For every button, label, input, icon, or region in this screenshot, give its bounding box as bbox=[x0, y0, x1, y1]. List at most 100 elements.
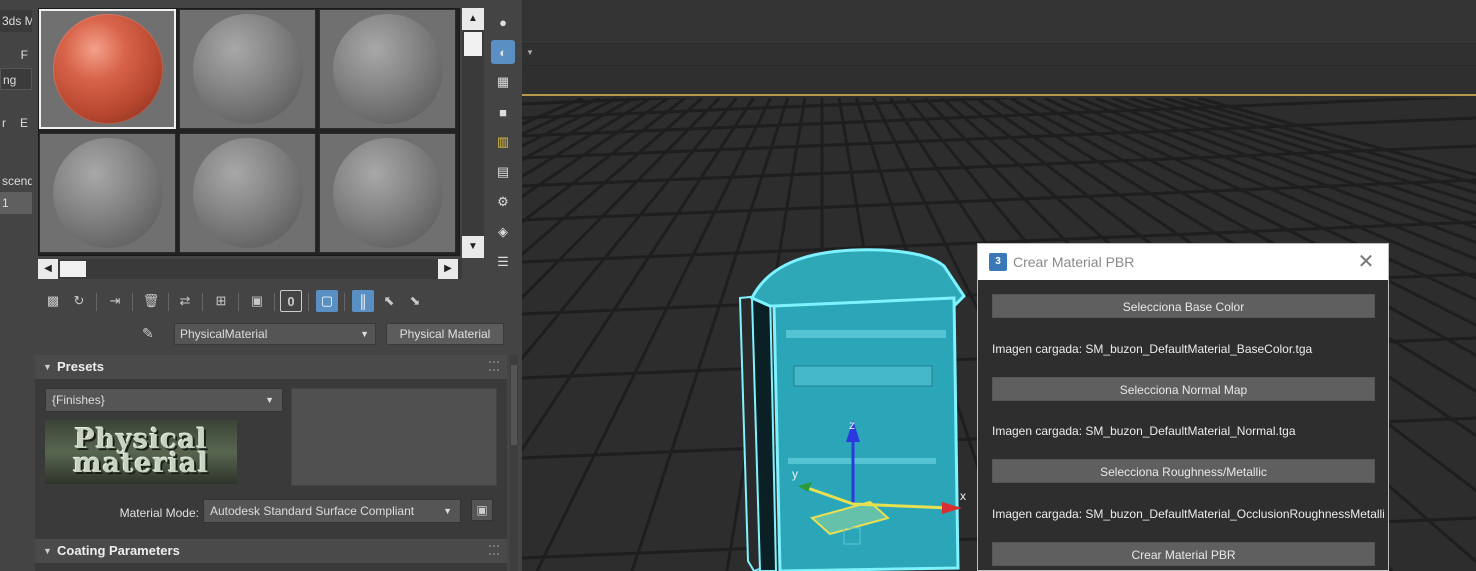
presets-dropdown[interactable]: {Finishes} ▼ bbox=[45, 388, 283, 412]
presets-rollout-header[interactable]: ▼ Presets bbox=[35, 355, 507, 379]
uv-tiling-icon[interactable]: ■ bbox=[491, 100, 515, 124]
base-color-status: Imagen cargada: SM_buzon_DefaultMaterial… bbox=[992, 342, 1313, 356]
normal-map-status: Imagen cargada: SM_buzon_DefaultMaterial… bbox=[992, 424, 1296, 438]
get-material-icon[interactable]: ▩ bbox=[42, 290, 64, 312]
select-normal-map-button[interactable]: Selecciona Normal Map bbox=[992, 377, 1375, 401]
physical-material-logo: Physical material bbox=[45, 420, 237, 484]
toolbar-divider bbox=[96, 293, 97, 311]
material-name-value: PhysicalMaterial bbox=[180, 327, 268, 341]
save-icon[interactable]: ▣ bbox=[246, 290, 268, 312]
backlight-icon[interactable]: ◐ bbox=[491, 40, 515, 64]
toolbar-divider bbox=[168, 293, 169, 311]
material-map-navigator-icon[interactable]: ☰ bbox=[491, 250, 515, 274]
chevron-down-icon: ▼ bbox=[443, 506, 452, 516]
save-mode-icon[interactable]: ▣ bbox=[471, 499, 493, 521]
video-color-check-icon[interactable]: ▥ bbox=[491, 130, 515, 154]
collapse-arrow-icon: ▼ bbox=[43, 362, 52, 372]
menu-item-f[interactable]: F bbox=[0, 44, 32, 66]
toolbar-divider bbox=[202, 293, 203, 311]
make-unique-icon[interactable]: ⇄ bbox=[174, 290, 196, 312]
assign-to-selection-icon[interactable]: ⇥ bbox=[104, 290, 126, 312]
roughness-status: Imagen cargada: SM_buzon_DefaultMaterial… bbox=[992, 507, 1384, 521]
material-sphere-red bbox=[52, 14, 163, 124]
select-by-material-icon[interactable]: ◈ bbox=[491, 220, 515, 244]
reset-map-icon[interactable]: 🗑 bbox=[140, 290, 162, 312]
make-preview-icon[interactable]: ▤ bbox=[491, 160, 515, 184]
toolbar-divider bbox=[308, 293, 309, 311]
sample-slot-2[interactable] bbox=[179, 9, 316, 129]
slots-vertical-scrollbar[interactable]: ▲ ▼ bbox=[462, 8, 484, 258]
sample-options-toolbar: ● ◐ ▦ ■ ▥ ▤ ⚙ ◈ ☰ bbox=[488, 8, 520, 278]
sample-slot-3[interactable] bbox=[319, 9, 456, 129]
scroll-right-button[interactable]: ▶ bbox=[438, 259, 458, 279]
sample-slot-4[interactable] bbox=[39, 133, 176, 253]
go-forward-icon[interactable]: ⬊ bbox=[404, 290, 426, 312]
presets-value: {Finishes} bbox=[52, 393, 105, 407]
axis-x-label: x bbox=[960, 489, 966, 503]
grid-line bbox=[522, 98, 669, 199]
grid-line bbox=[522, 98, 704, 257]
scroll-thumb[interactable] bbox=[464, 32, 482, 56]
background-icon[interactable]: ▦ bbox=[491, 70, 515, 94]
coating-rollout-header[interactable]: ▼ Coating Parameters bbox=[35, 539, 507, 563]
collapse-arrow-icon: ▼ bbox=[43, 546, 52, 556]
list-item-selected[interactable]: 1 bbox=[0, 192, 32, 214]
select-base-color-button[interactable]: Selecciona Base Color bbox=[992, 294, 1375, 318]
menu-item-e[interactable]: E bbox=[18, 112, 32, 134]
select-roughness-button[interactable]: Selecciona Roughness/Metallic bbox=[992, 459, 1375, 483]
scroll-left-button[interactable]: ◀ bbox=[38, 259, 58, 279]
material-mode-value: Autodesk Standard Surface Compliant bbox=[210, 504, 415, 518]
app-label: 3ds M bbox=[0, 10, 32, 32]
tab-rig[interactable]: ng bbox=[0, 68, 32, 90]
material-sphere-gray bbox=[332, 14, 443, 124]
show-shaded-icon[interactable]: ▢ bbox=[316, 290, 338, 312]
crear-material-pbr-dialog: 3 Crear Material PBR ✕ Selecciona Base C… bbox=[977, 243, 1389, 571]
show-end-result-icon[interactable]: ║ bbox=[352, 290, 374, 312]
material-sphere-gray bbox=[332, 138, 443, 248]
sample-slot-5[interactable] bbox=[179, 133, 316, 253]
viewport-toolbar-area bbox=[522, 0, 1476, 42]
options-icon[interactable]: ⚙ bbox=[491, 190, 515, 214]
close-icon[interactable]: ✕ bbox=[1354, 250, 1378, 274]
toolbar-divider bbox=[132, 293, 133, 311]
toolbar-divider bbox=[238, 293, 239, 311]
grip-icon bbox=[489, 361, 499, 371]
material-editor: ▲ ▼ ◀ ▶ ● ◐ ▦ ■ ▥ ▤ ⚙ ◈ ☰ ▩ ↻ ⇥ 🗑 ⇄ ⊞ ▣ … bbox=[32, 0, 522, 571]
chevron-down-icon: ▼ bbox=[265, 395, 274, 405]
viewport-label-bar bbox=[522, 66, 1476, 96]
material-sphere-gray bbox=[52, 138, 163, 248]
dialog-titlebar[interactable]: 3 Crear Material PBR ✕ bbox=[978, 244, 1388, 280]
material-id-channel-icon[interactable]: 0 bbox=[280, 290, 302, 312]
material-type-button[interactable]: Physical Material bbox=[386, 323, 504, 345]
material-sphere-gray bbox=[192, 14, 303, 124]
scroll-down-button[interactable]: ▼ bbox=[462, 236, 484, 258]
toolbar-divider bbox=[344, 293, 345, 311]
rollout-scroll-thumb[interactable] bbox=[511, 365, 517, 445]
material-mode-label: Material Mode: bbox=[119, 506, 199, 520]
coating-title: Coating Parameters bbox=[57, 543, 180, 558]
grip-icon bbox=[489, 545, 499, 555]
app-icon: 3 bbox=[989, 253, 1007, 271]
sample-slot-1[interactable] bbox=[39, 9, 176, 129]
put-to-library-icon[interactable]: ⊞ bbox=[210, 290, 232, 312]
material-sphere-gray bbox=[192, 138, 303, 248]
sample-type-icon[interactable]: ● bbox=[491, 10, 515, 34]
axis-y-label: y bbox=[792, 467, 798, 481]
eyedropper-icon[interactable]: ✎ bbox=[142, 325, 162, 345]
material-name-dropdown[interactable]: PhysicalMaterial ▼ bbox=[174, 323, 376, 345]
create-material-button[interactable]: Crear Material PBR bbox=[992, 542, 1375, 566]
dialog-title: Crear Material PBR bbox=[1013, 254, 1135, 270]
go-to-parent-icon[interactable]: ⬉ bbox=[378, 290, 400, 312]
slots-horizontal-scrollbar[interactable]: ◀ ▶ bbox=[38, 259, 462, 279]
scroll-thumb-horizontal[interactable] bbox=[60, 261, 86, 277]
material-mode-dropdown[interactable]: Autodesk Standard Surface Compliant ▼ bbox=[203, 499, 461, 523]
command-panel-strip: 3ds M F ng r E scend 1 bbox=[0, 0, 32, 571]
scroll-up-button[interactable]: ▲ bbox=[462, 8, 484, 30]
list-header-descend[interactable]: scend bbox=[0, 170, 32, 192]
chevron-down-icon[interactable]: ▼ bbox=[526, 48, 534, 57]
mailbox-object[interactable]: z x y bbox=[738, 248, 966, 571]
rollout-scrollbar[interactable] bbox=[510, 355, 518, 571]
sample-slot-6[interactable] bbox=[319, 133, 456, 253]
parameters-rollout: ▼ Presets {Finishes} ▼ Physical material… bbox=[35, 355, 507, 571]
put-to-scene-icon[interactable]: ↻ bbox=[68, 290, 90, 312]
